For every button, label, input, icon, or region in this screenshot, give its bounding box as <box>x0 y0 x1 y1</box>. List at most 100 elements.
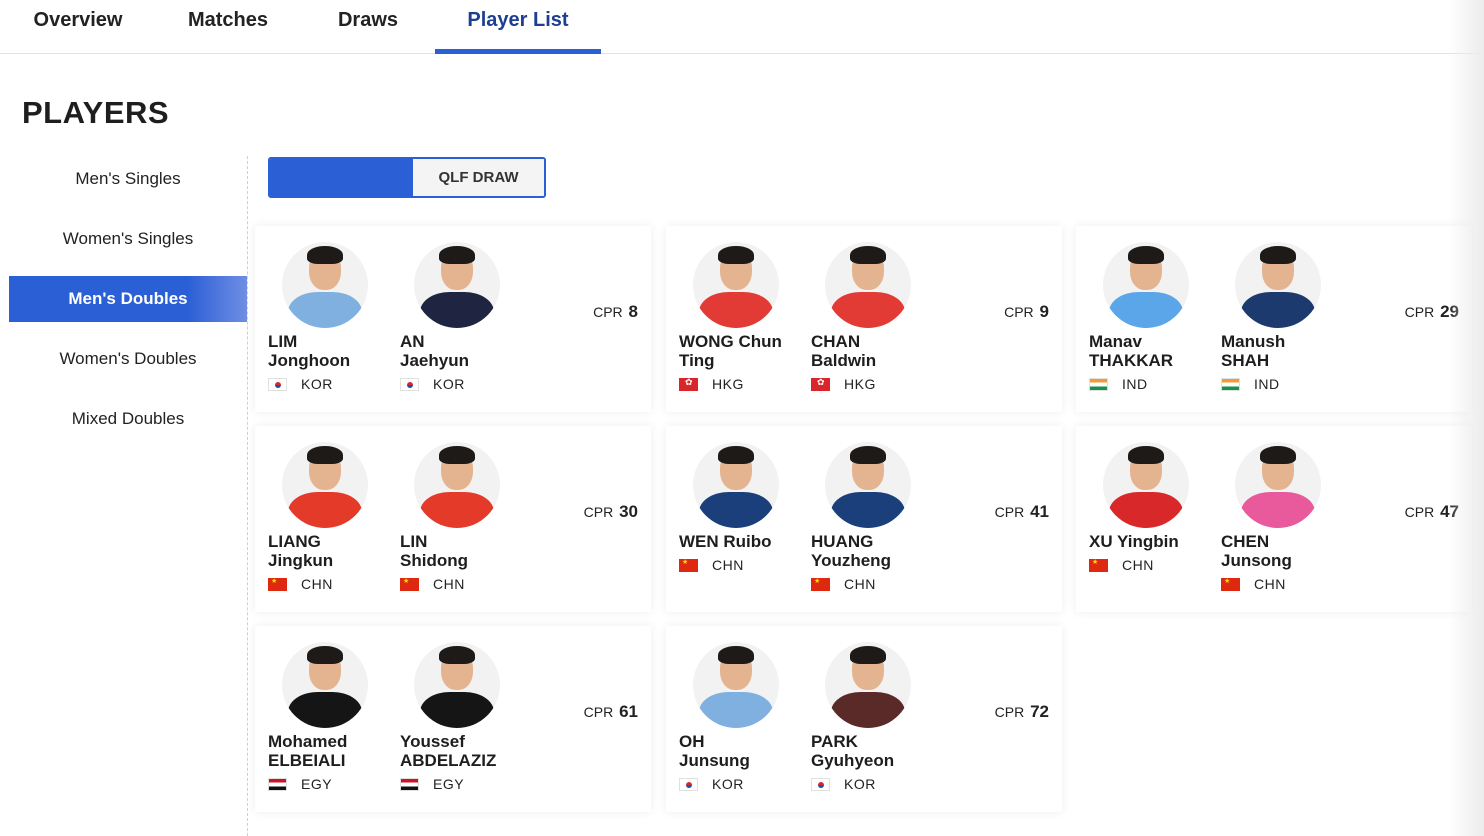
player-avatar <box>693 242 779 328</box>
cpr-label: CPR <box>1004 304 1034 320</box>
player-name[interactable]: PARK Gyuhyeon <box>811 732 941 770</box>
player-name[interactable]: Manav THAKKAR <box>1089 332 1219 370</box>
player-entry[interactable]: HUANGYouzheng CHN <box>811 442 941 592</box>
player-entry[interactable]: AN Jaehyun KOR <box>400 242 530 392</box>
player-name-line1: LIANG <box>268 532 321 551</box>
player-name[interactable]: OH Junsung <box>679 732 809 770</box>
cpr-ranking: CPR 8 <box>593 302 638 322</box>
player-name-line1: LIM <box>268 332 298 351</box>
main-draw-toggle-option[interactable] <box>270 159 413 196</box>
player-name-line1: WONG Chun <box>679 332 782 351</box>
player-pair-card[interactable]: WEN Ruibo CHN HUANGYouzheng CHN CPR 41 <box>666 426 1062 612</box>
chn-flag-icon <box>1089 558 1108 572</box>
player-country: IND <box>1221 376 1351 392</box>
player-name-line2: Baldwin <box>811 351 877 370</box>
sidebar-item-mens-singles[interactable]: Men's Singles <box>9 156 247 202</box>
player-name-line1: Manush <box>1221 332 1286 351</box>
player-avatar <box>825 242 911 328</box>
player-country: KOR <box>811 776 941 792</box>
player-entry[interactable]: WEN Ruibo CHN <box>679 442 809 573</box>
player-entry[interactable]: Mohamed ELBEIALI EGY <box>268 642 398 792</box>
player-name[interactable]: Youssef ABDELAZIZ <box>400 732 530 770</box>
country-code: CHN <box>433 576 465 592</box>
player-country: CHN <box>811 576 941 592</box>
player-name-line2: Junsung <box>679 751 750 770</box>
player-name[interactable]: HUANG Youzheng <box>811 532 941 570</box>
player-name[interactable]: AN Jaehyun <box>400 332 530 370</box>
player-entry[interactable]: WONG ChunTing HKG <box>679 242 809 392</box>
tab-overview[interactable]: Overview <box>22 0 134 54</box>
country-code: HKG <box>844 376 876 392</box>
player-entry[interactable]: CHENJunsong CHN <box>1221 442 1351 592</box>
player-pair-card[interactable]: LIM Jonghoon KOR AN Jaehyun KOR CPR 8 <box>255 226 651 412</box>
player-country: EGY <box>268 776 398 792</box>
country-code: IND <box>1122 376 1148 392</box>
cpr-label: CPR <box>583 704 614 720</box>
player-entry[interactable]: CHANBaldwin HKG <box>811 242 941 392</box>
player-pair-card[interactable]: LIANGJingkun CHN LINShidong CHN CPR 30 <box>255 426 651 612</box>
player-avatar <box>414 442 500 528</box>
player-entry[interactable]: XU Yingbin CHN <box>1089 442 1219 573</box>
player-name[interactable]: Mohamed ELBEIALI <box>268 732 398 770</box>
player-name[interactable]: WEN Ruibo <box>679 532 809 551</box>
cpr-label: CPR <box>994 504 1025 520</box>
player-name[interactable]: CHEN Junsong <box>1221 532 1351 570</box>
player-name[interactable]: LIANG Jingkun <box>268 532 398 570</box>
player-avatar <box>282 242 368 328</box>
player-name-line1: Manav <box>1089 332 1142 351</box>
country-code: CHN <box>301 576 333 592</box>
page-title: PLAYERS <box>22 95 170 130</box>
country-code: EGY <box>433 776 465 792</box>
player-name-line2: Jonghoon <box>268 351 351 370</box>
player-pair-card[interactable]: XU YingbinCHNCHENJunsongCHNCPR 47 <box>1076 426 1472 612</box>
player-name-line2: Youzheng <box>811 551 891 570</box>
player-entry[interactable]: LIANGJingkun CHN <box>268 442 398 592</box>
sidebar-item-womens-doubles[interactable]: Women's Doubles <box>9 336 247 382</box>
cpr-label: CPR <box>1404 504 1435 520</box>
player-name[interactable]: WONG Chun Ting <box>679 332 809 370</box>
player-name[interactable]: XU Yingbin <box>1089 532 1219 551</box>
player-avatar <box>282 442 368 528</box>
player-entry[interactable]: Manav THAKKAR IND <box>1089 242 1219 392</box>
player-entry[interactable]: OH Junsung KOR <box>679 642 809 792</box>
player-avatar <box>1103 242 1189 328</box>
player-name[interactable]: CHAN Baldwin <box>811 332 941 370</box>
player-name[interactable]: LIN Shidong <box>400 532 530 570</box>
sidebar-item-mixed-doubles[interactable]: Mixed Doubles <box>9 396 247 442</box>
player-name-line1: Mohamed <box>268 732 348 751</box>
player-name-line1: LIN <box>400 532 428 551</box>
sidebar-item-womens-singles[interactable]: Women's Singles <box>9 216 247 262</box>
player-name[interactable]: LIM Jonghoon <box>268 332 398 370</box>
cpr-label: CPR <box>1404 304 1435 320</box>
player-name-line2: ABDELAZIZ <box>400 751 497 770</box>
player-name-line1: CHAN <box>811 332 861 351</box>
tab-player-list[interactable]: Player List <box>435 0 601 54</box>
cpr-label: CPR <box>583 504 614 520</box>
ind-flag-icon <box>1089 377 1108 391</box>
player-pair-card[interactable]: ManavTHAKKARINDManushSHAHINDCPR 29 <box>1076 226 1472 412</box>
player-pair-card[interactable]: OH Junsung KOR PARK Gyuhyeon KOR CPR 72 <box>666 626 1062 812</box>
sidebar-item-mens-doubles[interactable]: Men's Doubles <box>9 276 247 322</box>
cpr-value: 8 <box>628 302 638 321</box>
player-entry[interactable]: LIM Jonghoon KOR <box>268 242 398 392</box>
player-pair-card[interactable]: Mohamed ELBEIALI EGY Youssef ABDELAZIZ EGY CPR… <box>255 626 651 812</box>
sidebar-divider <box>247 156 248 836</box>
player-entry[interactable]: LINShidong CHN <box>400 442 530 592</box>
player-country: EGY <box>400 776 530 792</box>
country-code: CHN <box>1122 557 1154 573</box>
cpr-value: 41 <box>1030 502 1049 521</box>
player-entry[interactable]: PARK Gyuhyeon KOR <box>811 642 941 792</box>
tab-draws[interactable]: Draws <box>326 0 410 54</box>
player-country: CHN <box>1089 557 1219 573</box>
player-name-line2: Gyuhyeon <box>811 751 895 770</box>
hkg-flag-icon <box>679 377 698 391</box>
player-entry[interactable]: Youssef ABDELAZIZ EGY <box>400 642 530 792</box>
egy-flag-icon <box>268 777 287 791</box>
player-pair-card[interactable]: WONG ChunTing HKG CHANBaldwin HKG CPR 9 <box>666 226 1062 412</box>
qlf-draw-toggle-option[interactable]: QLF DRAW <box>413 159 544 196</box>
player-entry[interactable]: Manush SHAH IND <box>1221 242 1351 392</box>
player-name-line1: AN <box>400 332 425 351</box>
tab-matches[interactable]: Matches <box>176 0 280 54</box>
player-country: HKG <box>679 376 809 392</box>
player-name[interactable]: Manush SHAH <box>1221 332 1351 370</box>
